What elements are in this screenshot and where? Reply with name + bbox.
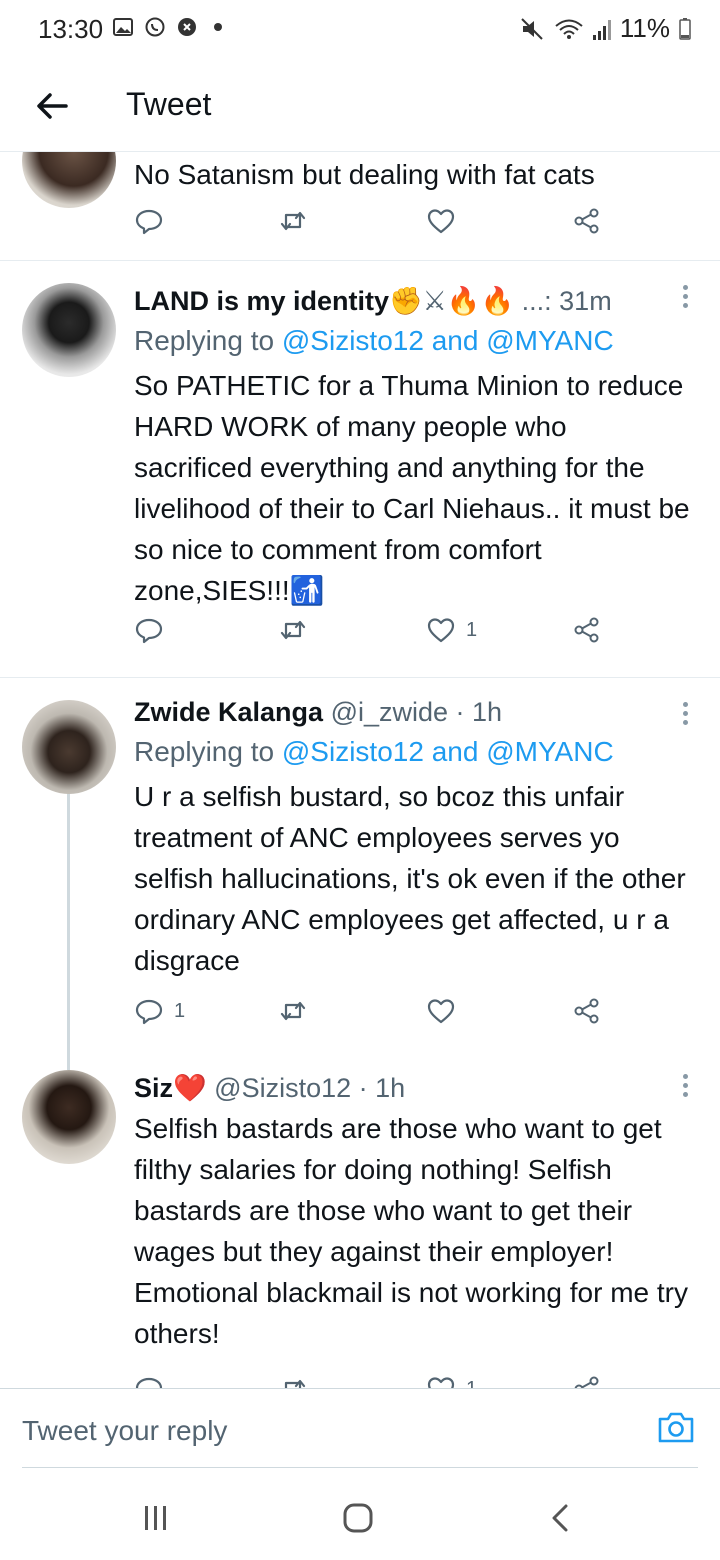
mention-link[interactable]: @Sizisto12 [282,325,424,356]
tweet-text: Selfish bastards are those who want to g… [134,1113,688,1349]
mute-icon [521,17,543,40]
replying-to: Replying to @Sizisto12 and @MYANC [134,325,614,356]
like-button[interactable]: 1 [426,1374,477,1388]
retweet-button[interactable] [278,615,308,645]
share-icon [574,208,599,234]
reply-button[interactable] [134,206,164,236]
retweet-button[interactable] [278,206,308,236]
avatar[interactable] [22,152,116,208]
name-emoji: ✊⚔🔥🔥 [389,286,515,316]
mention-link[interactable]: @MYANC [486,325,613,356]
share-icon [574,998,599,1024]
tweet-item[interactable]: Zwide Kalanga @i_zwide · 1h Replying to … [0,678,720,1048]
tweet-time: 31m [559,286,612,316]
tweet-text: No Satanism but dealing with fat cats [134,159,595,190]
heart-icon [427,209,455,234]
notification-dot-icon [214,23,222,31]
tweet-item[interactable]: Siz❤️ @Sizisto12 · 1h Selfish bastards a… [0,1060,720,1388]
shield-icon [178,18,196,36]
reply-bar: Tweet your reply [0,1388,720,1468]
reply-button[interactable] [134,615,164,645]
home-icon[interactable] [338,1498,378,1538]
retweet-icon [280,1001,306,1021]
conversation-feed[interactable]: No Satanism but dealing with fat cats LA… [0,152,720,1388]
page-title: Tweet [126,86,212,122]
share-icon [574,617,599,643]
reply-input[interactable]: Tweet your reply [22,1415,227,1447]
battery-percent: 11% [619,13,670,43]
tweet-time: · 1h [455,697,503,727]
heart-icon [427,618,455,643]
reply-button[interactable]: 1 [134,996,185,1026]
heart-icon [427,1377,455,1388]
reply-icon [135,618,163,644]
share-icon [574,1376,599,1388]
mention-link[interactable]: @Sizisto12 [282,736,424,767]
author-name[interactable]: LAND is my identity [134,286,389,316]
avatar[interactable] [22,283,116,377]
reply-icon [135,1377,163,1388]
like-count: 1 [466,1378,477,1389]
share-button[interactable] [572,996,602,1026]
share-button[interactable] [572,206,602,236]
author-name[interactable]: Zwide Kalanga [134,697,323,727]
retweet-icon [280,620,306,640]
reply-icon [135,209,163,235]
back-icon[interactable] [540,1498,580,1538]
arrow-left-icon[interactable] [32,86,72,126]
like-button[interactable]: 1 [426,615,477,645]
retweet-icon [284,1379,306,1388]
name-emoji: ❤️ [173,1073,207,1103]
author-name[interactable]: Siz [134,1073,173,1103]
author-handle: @i_zwide [330,697,449,727]
like-button[interactable] [426,206,456,236]
avatar[interactable] [22,700,116,794]
battery-icon [679,17,691,40]
retweet-icon [280,211,306,231]
avatar[interactable] [22,1070,116,1164]
heart-icon [427,999,455,1024]
mention-link[interactable]: @MYANC [486,736,613,767]
gallery-icon [113,18,133,36]
retweet-button[interactable] [278,1374,308,1388]
signal-icon [592,19,611,40]
tweet-text: U r a selfish bustard, so bcoz this unfa… [134,781,686,976]
replying-to: Replying to @Sizisto12 and @MYANC [134,736,614,767]
share-button[interactable] [572,615,602,645]
tweet-actions: 1 [134,1374,634,1388]
camera-icon[interactable] [656,1409,696,1445]
reply-icon [135,999,163,1025]
tweet-item[interactable]: No Satanism but dealing with fat cats [0,152,720,262]
whatsapp-icon [145,17,165,37]
like-count: 1 [466,618,478,641]
share-button[interactable] [572,1374,602,1388]
tweet-item[interactable]: LAND is my identity✊⚔🔥🔥 ...: 31m Replyin… [0,261,720,677]
status-bar: 13:30 11% [0,0,720,60]
tweet-header: Tweet [0,60,720,152]
reply-button[interactable] [134,1374,164,1388]
like-button[interactable] [426,996,456,1026]
tweet-text: So PATHETIC for a Thuma Minion to reduce… [134,370,690,606]
retweet-button[interactable] [278,996,308,1026]
status-time: 13:30 [38,14,104,44]
author-handle: ...: [521,286,552,316]
reply-count: 1 [174,999,186,1022]
wifi-icon [555,19,583,39]
author-handle: @Sizisto12 [214,1073,352,1103]
recents-icon[interactable] [136,1498,176,1538]
tweet-time: · 1h [358,1073,406,1103]
system-nav-bar [0,1468,720,1560]
